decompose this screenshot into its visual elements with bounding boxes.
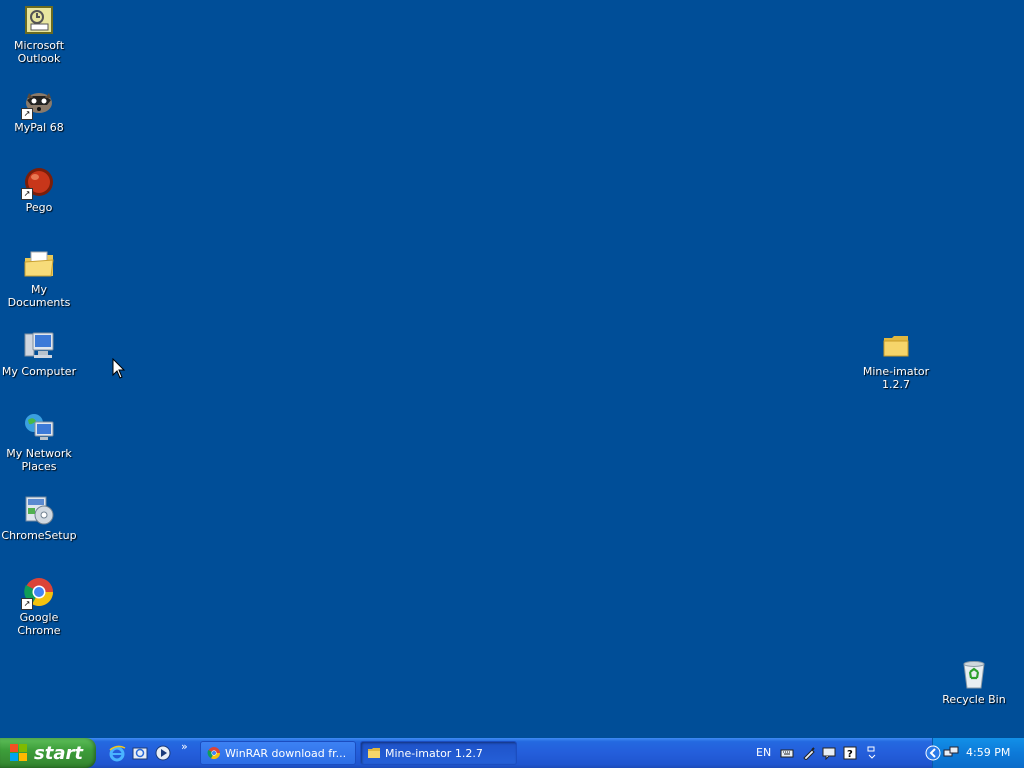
windows-logo-icon <box>10 744 28 762</box>
desktop-icon-label: My Documents <box>7 283 71 309</box>
keyboard-icon[interactable] <box>780 746 794 760</box>
pego-icon: ↗ <box>21 166 55 200</box>
outlook-express-icon[interactable] <box>131 744 149 762</box>
desktop-icon-label: Pego <box>25 201 53 214</box>
folder-icon <box>368 748 380 758</box>
desktop-icon-network-places[interactable]: My Network Places <box>0 412 79 473</box>
internet-explorer-icon[interactable] <box>108 744 126 762</box>
language-bar-options-icon[interactable] <box>866 746 878 760</box>
desktop-icon-my-documents[interactable]: My Documents <box>0 248 79 309</box>
desktop-icon-label: Microsoft Outlook <box>13 39 65 65</box>
desktop-icon-pego[interactable]: ↗ Pego <box>0 166 79 214</box>
start-label: start <box>34 742 83 764</box>
svg-text:?: ? <box>847 749 853 760</box>
shortcut-arrow-icon: ↗ <box>21 598 33 610</box>
desktop-icon-label: Recycle Bin <box>942 693 1006 706</box>
desktop-icon-outlook[interactable]: Microsoft Outlook <box>0 4 79 65</box>
mouse-cursor-icon <box>112 358 126 379</box>
my-documents-icon <box>23 248 55 280</box>
chrome-icon <box>207 747 220 760</box>
desktop-icon-label: Google Chrome <box>17 611 61 637</box>
tray-expand-chevron-icon[interactable] <box>925 745 941 761</box>
taskbar-button-winrar-chrome[interactable]: WinRAR download fr... <box>200 741 356 765</box>
taskbar: start » WinRAR download fr... Mine-imato… <box>0 738 1024 768</box>
my-computer-icon <box>23 330 55 362</box>
network-connection-icon[interactable] <box>943 746 959 760</box>
recycle-bin-icon <box>958 658 990 690</box>
chrome-icon: ↗ <box>21 576 55 610</box>
desktop-icon-label: ChromeSetup <box>1 529 77 542</box>
taskbar-button-label: WinRAR download fr... <box>225 746 347 760</box>
desktop-icon-mypal[interactable]: ↗ MyPal 68 <box>0 86 79 134</box>
desktop-icon-chrome-setup[interactable]: ChromeSetup <box>0 494 79 542</box>
pen-tool-icon[interactable] <box>802 746 816 760</box>
desktop-icon-label: My Computer <box>1 365 77 378</box>
mypal-icon: ↗ <box>21 86 55 120</box>
desktop-icon-label: Mine-imator 1.2.7 <box>862 365 930 391</box>
quick-launch-overflow-button[interactable]: » <box>181 740 188 753</box>
taskbar-button-label: Mine-imator 1.2.7 <box>385 746 483 760</box>
network-places-icon <box>23 412 55 444</box>
desktop-icon-label: My Network Places <box>6 447 72 473</box>
shortcut-arrow-icon: ↗ <box>21 188 33 200</box>
chrome-setup-icon <box>23 494 55 526</box>
shortcut-arrow-icon: ↗ <box>21 108 33 120</box>
start-button[interactable]: start <box>0 738 96 768</box>
taskbar-button-mine-imator[interactable]: Mine-imator 1.2.7 <box>360 741 517 765</box>
media-player-icon[interactable] <box>154 744 172 762</box>
outlook-icon <box>23 4 55 36</box>
language-indicator[interactable]: EN <box>756 746 771 759</box>
desktop-icon-google-chrome[interactable]: ↗ Google Chrome <box>0 576 79 637</box>
desktop-icon-label: MyPal 68 <box>14 121 64 134</box>
help-icon[interactable]: ? <box>843 746 857 760</box>
desktop-icon-recycle-bin[interactable]: Recycle Bin <box>934 658 1014 706</box>
clock[interactable]: 4:59 PM <box>966 746 1010 759</box>
speech-balloon-icon[interactable] <box>822 746 836 760</box>
desktop-icon-mine-imator-folder[interactable]: Mine-imator 1.2.7 <box>856 330 936 391</box>
folder-icon <box>880 330 912 362</box>
desktop-icon-my-computer[interactable]: My Computer <box>0 330 79 378</box>
